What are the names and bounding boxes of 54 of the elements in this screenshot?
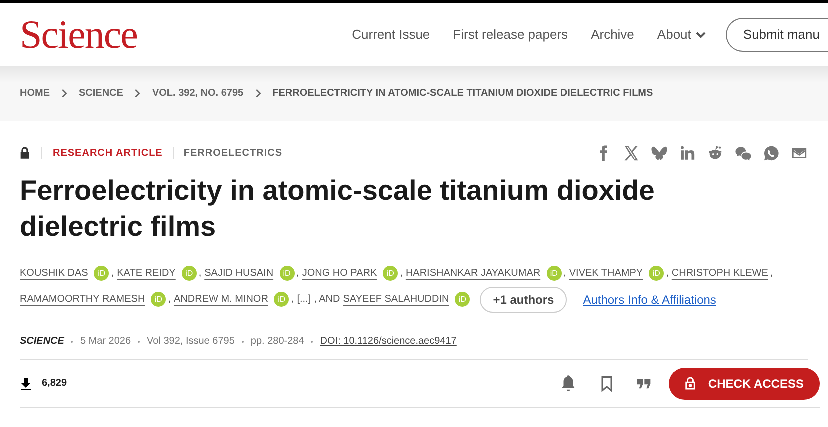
doi-link[interactable]: DOI: 10.1126/science.aec9417 (320, 334, 457, 349)
author-link[interactable]: JONG HO PARK (302, 266, 378, 281)
nav-link[interactable]: Archive (591, 24, 634, 44)
download-count: 6,829 (42, 377, 68, 391)
article-subject[interactable]: FERROELECTRICS (184, 146, 283, 160)
author-link[interactable]: KOUSHIK DAS (20, 266, 88, 281)
author-link[interactable]: SAJID HUSAIN (204, 266, 274, 281)
breadcrumb-link[interactable]: HOME (20, 86, 50, 101)
citation-text: pp. 280-284 (250, 335, 304, 349)
wechat-icon[interactable] (735, 144, 752, 162)
submit-button[interactable]: Submit manu (726, 18, 828, 52)
separator-text: , (291, 293, 294, 307)
butterfly-icon[interactable] (651, 144, 668, 162)
logo[interactable]: Science (20, 14, 138, 54)
separator-text: , (400, 267, 403, 281)
author-link[interactable]: KATE REIDY (117, 266, 176, 281)
check-access-button[interactable]: CHECK ACCESS (669, 368, 820, 400)
separator-text: , AND (314, 293, 340, 307)
linkedin-icon[interactable] (679, 144, 696, 162)
more-authors-link[interactable]: [...] (297, 292, 312, 307)
author-link[interactable]: VIVEK THAMPY (569, 266, 644, 281)
lock-icon (685, 377, 696, 390)
article-title: Ferroelectricity in atomic-scale titanium dioxide dielectric films (20, 174, 656, 244)
chevron-right-icon (254, 89, 263, 98)
whatsapp-icon[interactable] (763, 144, 780, 162)
citation-text: Vol 392, Issue 6795 (147, 335, 235, 349)
author-link[interactable]: CHRISTOPH KLEWE (672, 266, 768, 281)
separator-text: , (168, 293, 171, 307)
author-link[interactable]: SAYEEF SALAHUDDIN (343, 292, 450, 307)
more-authors-button[interactable]: +1 authors (480, 286, 568, 312)
author-link[interactable]: HARISHANKAR JAYAKUMAR (406, 266, 541, 281)
separator-text: , (198, 267, 202, 281)
article-type[interactable]: RESEARCH ARTICLE (53, 146, 163, 160)
separator-text: , (296, 267, 300, 281)
x-icon[interactable] (623, 144, 640, 162)
chevron-right-icon (133, 89, 142, 98)
nav-dropdown[interactable]: About (657, 24, 708, 44)
reddit-icon[interactable] (707, 144, 724, 162)
separator-text: , (111, 267, 114, 281)
journal-name: SCIENCE (20, 335, 64, 349)
breadcrumb-link[interactable]: VOL. 392, NO. 6795 (152, 86, 244, 101)
citation-text: 5 Mar 2026 (80, 335, 132, 349)
author-link[interactable]: ANDREW M. MINOR (174, 292, 268, 307)
download-icon (20, 378, 32, 390)
separator-text: , (666, 267, 669, 281)
author-link[interactable]: RAMAMOORTHY RAMESH (20, 292, 146, 307)
breadcrumb-link[interactable]: SCIENCE (79, 86, 124, 101)
nav-link[interactable]: Current Issue (352, 24, 430, 44)
current-page-title: FERROELECTRICITY IN ATOMIC-SCALE TITANIUM DIOXIDE DIELECTRIC FILMS (272, 87, 654, 101)
separator-text: , (564, 267, 566, 281)
chevron-right-icon (60, 89, 69, 98)
separator-text: , (770, 267, 774, 281)
affiliations-link[interactable]: Authors Info & Affiliations (583, 290, 716, 308)
nav-link[interactable]: First release papers (453, 24, 568, 44)
